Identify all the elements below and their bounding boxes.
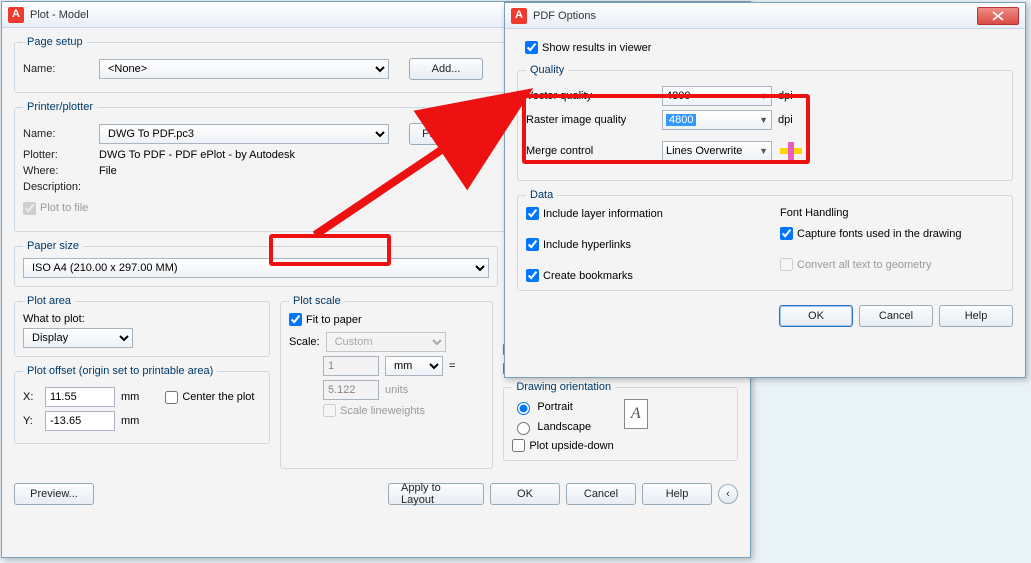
merge-control-label: Merge control <box>526 145 656 157</box>
convert-text-checkbox: Convert all text to geometry <box>780 258 1004 271</box>
vector-quality-unit: dpi <box>778 90 793 102</box>
scale-num-input <box>323 356 379 376</box>
font-handling-label: Font Handling <box>780 207 1004 219</box>
what-to-plot-label: What to plot: <box>23 313 261 325</box>
orientation-group: Drawing orientation Portrait Landscape P… <box>503 381 738 461</box>
printer-legend: Printer/plotter <box>23 101 97 113</box>
center-plot-checkbox[interactable]: Center the plot <box>165 391 254 404</box>
pdf-titlebar[interactable]: A PDF Options <box>505 3 1025 29</box>
app-icon: A <box>8 7 24 23</box>
upside-down-checkbox[interactable]: Plot upside-down <box>512 439 613 452</box>
scale-unit-select[interactable]: mm <box>385 356 443 376</box>
include-hyperlinks-checkbox[interactable]: Include hyperlinks <box>526 238 750 251</box>
data-legend: Data <box>526 189 557 201</box>
printer-properties-button[interactable]: Properti... <box>409 123 483 145</box>
create-bookmarks-checkbox[interactable]: Create bookmarks <box>526 269 750 282</box>
raster-quality-select[interactable]: 4800▼ <box>662 110 772 130</box>
plotscale-group: Plot scale Fit to paper Scale: Custom mm… <box>280 295 493 469</box>
scale-lineweights-checkbox: Scale lineweights <box>323 404 484 417</box>
scale-label: Scale: <box>289 336 320 348</box>
printer-name-label: Name: <box>23 128 93 140</box>
pagesetup-name-label: Name: <box>23 63 93 75</box>
capture-fonts-checkbox[interactable]: Capture fonts used in the drawing <box>780 227 1004 240</box>
offset-x-label: X: <box>23 391 39 403</box>
orientation-icon: A <box>624 399 648 429</box>
show-results-checkbox[interactable]: Show results in viewer <box>525 41 1013 54</box>
expand-button[interactable]: ‹ <box>718 484 738 504</box>
pdf-ok-button[interactable]: OK <box>779 305 853 327</box>
pdf-help-button[interactable]: Help <box>939 305 1013 327</box>
vector-quality-label: Vector quality <box>526 90 656 102</box>
data-group: Data Include layer information Include h… <box>517 189 1013 291</box>
pdf-title: PDF Options <box>533 10 977 22</box>
offset-y-label: Y: <box>23 415 39 427</box>
offset-x-input[interactable] <box>45 387 115 407</box>
offset-y-unit: mm <box>121 415 139 427</box>
merge-control-select[interactable]: Lines Overwrite▼ <box>662 141 772 161</box>
plotscale-legend: Plot scale <box>289 295 345 307</box>
scale-den-unit: units <box>385 384 408 396</box>
printer-name-select[interactable]: DWG To PDF.pc3 <box>99 124 389 144</box>
portrait-radio[interactable]: Portrait <box>512 399 613 415</box>
offset-x-unit: mm <box>121 391 139 403</box>
include-layer-checkbox[interactable]: Include layer information <box>526 207 750 220</box>
pagesetup-name-select[interactable]: <None> <box>99 59 389 79</box>
landscape-radio[interactable]: Landscape <box>512 419 613 435</box>
plotarea-group: Plot area What to plot: Display <box>14 295 270 357</box>
vector-quality-select[interactable]: 4800▼ <box>662 86 772 106</box>
plot-ok-button[interactable]: OK <box>490 483 560 505</box>
what-to-plot-select[interactable]: Display <box>23 328 133 348</box>
offset-legend: Plot offset (origin set to printable are… <box>23 365 217 377</box>
plot-to-file-checkbox: Plot to file <box>23 202 88 215</box>
app-icon: A <box>511 8 527 24</box>
plotter-value: DWG To PDF - PDF ePlot - by Autodesk <box>99 149 295 161</box>
papersize-group: Paper size ISO A4 (210.00 x 297.00 MM) <box>14 240 498 287</box>
scale-select: Custom <box>326 332 446 352</box>
pagesetup-add-button[interactable]: Add... <box>409 58 483 80</box>
pdf-options-dialog: A PDF Options Show results in viewer Qua… <box>504 2 1026 378</box>
raster-quality-label: Raster image quality <box>526 114 656 126</box>
scale-eq: = <box>449 360 455 372</box>
papersize-select[interactable]: ISO A4 (210.00 x 297.00 MM) <box>23 258 489 278</box>
description-label: Description: <box>23 181 93 193</box>
close-icon <box>992 11 1004 21</box>
where-label: Where: <box>23 165 93 177</box>
plot-help-button[interactable]: Help <box>642 483 712 505</box>
offset-y-input[interactable] <box>45 411 115 431</box>
merge-icon <box>778 140 804 162</box>
offset-group: Plot offset (origin set to printable are… <box>14 365 270 444</box>
plotter-label: Plotter: <box>23 149 93 161</box>
plot-cancel-button[interactable]: Cancel <box>566 483 636 505</box>
quality-group: Quality Vector quality 4800▼ dpi Raster … <box>517 64 1013 181</box>
quality-legend: Quality <box>526 64 568 76</box>
preview-button[interactable]: Preview... <box>14 483 94 505</box>
close-button[interactable] <box>977 7 1019 25</box>
raster-quality-unit: dpi <box>778 114 793 126</box>
page-setup-legend: Page setup <box>23 36 87 48</box>
orientation-legend: Drawing orientation <box>512 381 615 393</box>
scale-den-input <box>323 380 379 400</box>
pdf-cancel-button[interactable]: Cancel <box>859 305 933 327</box>
plotarea-legend: Plot area <box>23 295 75 307</box>
apply-to-layout-button[interactable]: Apply to Layout <box>388 483 484 505</box>
where-value: File <box>99 165 117 177</box>
fit-to-paper-checkbox[interactable]: Fit to paper <box>289 313 484 326</box>
papersize-legend: Paper size <box>23 240 83 252</box>
